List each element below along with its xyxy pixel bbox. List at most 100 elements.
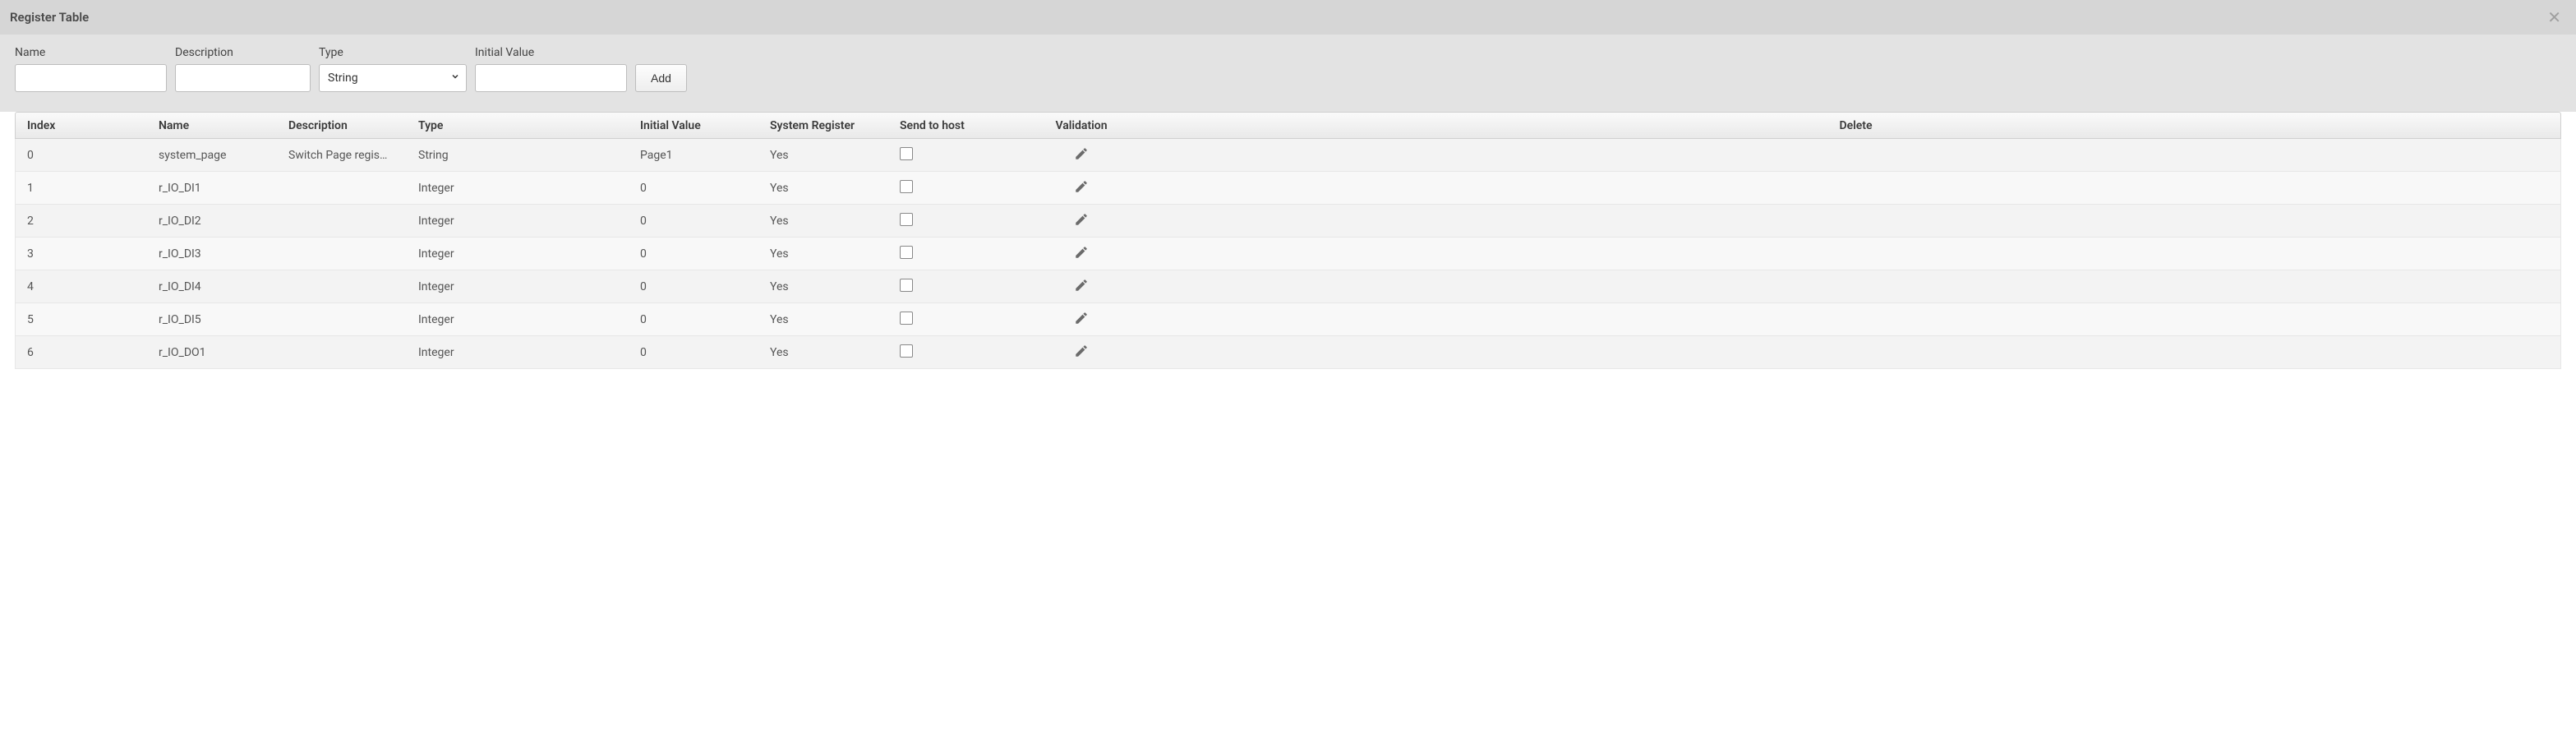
cell-system-register: Yes (758, 247, 888, 261)
cell-index: 2 (16, 215, 147, 228)
register-table: Index Name Description Type Initial Valu… (15, 112, 2561, 369)
table-row: 6r_IO_DO1 Integer0Yes (15, 336, 2561, 369)
name-label: Name (15, 46, 167, 59)
cell-type: Integer (407, 182, 629, 195)
cell-validation (1012, 311, 1151, 329)
cell-system-register: Yes (758, 313, 888, 326)
cell-send-to-host (888, 246, 1012, 262)
type-label: Type (319, 46, 467, 59)
cell-validation (1012, 146, 1151, 164)
header-send-to-host: Send to host (888, 119, 1012, 132)
cell-system-register: Yes (758, 215, 888, 228)
table-row: 1r_IO_DI1 Integer0Yes (15, 172, 2561, 205)
cell-send-to-host (888, 147, 1012, 164)
table-row: 2r_IO_DI2 Integer0Yes (15, 205, 2561, 238)
type-field-group: Type StringIntegerFloatBoolean (319, 46, 467, 92)
type-select[interactable]: StringIntegerFloatBoolean (319, 64, 467, 92)
description-input[interactable] (175, 64, 311, 92)
initial-value-input[interactable] (475, 64, 627, 92)
cell-index: 0 (16, 149, 147, 162)
name-field-group: Name (15, 46, 167, 92)
cell-validation (1012, 179, 1151, 197)
send-to-host-checkbox[interactable] (900, 246, 913, 259)
header-index: Index (16, 119, 147, 132)
cell-validation (1012, 278, 1151, 296)
cell-send-to-host (888, 213, 1012, 229)
cell-description: Switch Page regis… (277, 149, 407, 162)
header-system-register: System Register (758, 119, 888, 132)
cell-index: 4 (16, 280, 147, 293)
edit-icon[interactable] (1074, 278, 1089, 296)
cell-validation (1012, 245, 1151, 263)
description-label: Description (175, 46, 311, 59)
edit-icon[interactable] (1074, 179, 1089, 197)
cell-send-to-host (888, 180, 1012, 196)
header-type: Type (407, 119, 629, 132)
cell-type: Integer (407, 313, 629, 326)
cell-initial-value: 0 (629, 215, 758, 228)
table-row: 3r_IO_DI3 Integer0Yes (15, 238, 2561, 270)
table-row: 4r_IO_DI4 Integer0Yes (15, 270, 2561, 303)
cell-system-register: Yes (758, 346, 888, 359)
header-initial-value: Initial Value (629, 119, 758, 132)
cell-name: r_IO_DI4 (147, 280, 277, 293)
cell-initial-value: 0 (629, 346, 758, 359)
cell-initial-value: 0 (629, 182, 758, 195)
header-delete: Delete (1151, 119, 2560, 132)
cell-name: r_IO_DO1 (147, 346, 277, 359)
edit-icon[interactable] (1074, 146, 1089, 164)
initial-value-field-group: Initial Value (475, 46, 627, 92)
description-field-group: Description (175, 46, 311, 92)
cell-validation (1012, 212, 1151, 230)
close-icon[interactable]: ✕ (2542, 7, 2566, 27)
cell-type: Integer (407, 247, 629, 261)
cell-name: r_IO_DI2 (147, 215, 277, 228)
cell-type: Integer (407, 346, 629, 359)
edit-icon[interactable] (1074, 311, 1089, 329)
name-input[interactable] (15, 64, 167, 92)
cell-name: system_page (147, 149, 277, 162)
initial-value-label: Initial Value (475, 46, 627, 59)
edit-icon[interactable] (1074, 212, 1089, 230)
table-row: 0system_pageSwitch Page regis…StringPage… (15, 139, 2561, 172)
cell-type: String (407, 149, 629, 162)
form-bar: Name Description Type StringIntegerFloat… (0, 35, 2576, 112)
table-body[interactable]: 0system_pageSwitch Page regis…StringPage… (15, 139, 2561, 369)
cell-index: 3 (16, 247, 147, 261)
window-title: Register Table (10, 10, 89, 25)
cell-system-register: Yes (758, 149, 888, 162)
cell-name: r_IO_DI3 (147, 247, 277, 261)
table-row: 5r_IO_DI5 Integer0Yes (15, 303, 2561, 336)
send-to-host-checkbox[interactable] (900, 147, 913, 160)
cell-type: Integer (407, 215, 629, 228)
cell-validation (1012, 344, 1151, 362)
cell-initial-value: 0 (629, 313, 758, 326)
cell-index: 6 (16, 346, 147, 359)
edit-icon[interactable] (1074, 245, 1089, 263)
add-button[interactable]: Add (635, 64, 687, 92)
edit-icon[interactable] (1074, 344, 1089, 362)
header-validation: Validation (1012, 119, 1151, 132)
cell-initial-value: Page1 (629, 149, 758, 162)
cell-send-to-host (888, 312, 1012, 328)
cell-send-to-host (888, 279, 1012, 295)
send-to-host-checkbox[interactable] (900, 180, 913, 193)
cell-index: 1 (16, 182, 147, 195)
header-name: Name (147, 119, 277, 132)
cell-name: r_IO_DI1 (147, 182, 277, 195)
cell-initial-value: 0 (629, 280, 758, 293)
cell-system-register: Yes (758, 280, 888, 293)
cell-initial-value: 0 (629, 247, 758, 261)
table-header-row: Index Name Description Type Initial Valu… (15, 112, 2561, 139)
cell-send-to-host (888, 344, 1012, 361)
send-to-host-checkbox[interactable] (900, 279, 913, 292)
cell-type: Integer (407, 280, 629, 293)
cell-system-register: Yes (758, 182, 888, 195)
send-to-host-checkbox[interactable] (900, 344, 913, 358)
send-to-host-checkbox[interactable] (900, 213, 913, 226)
titlebar: Register Table ✕ (0, 0, 2576, 35)
send-to-host-checkbox[interactable] (900, 312, 913, 325)
cell-name: r_IO_DI5 (147, 313, 277, 326)
cell-index: 5 (16, 313, 147, 326)
header-description: Description (277, 119, 407, 132)
